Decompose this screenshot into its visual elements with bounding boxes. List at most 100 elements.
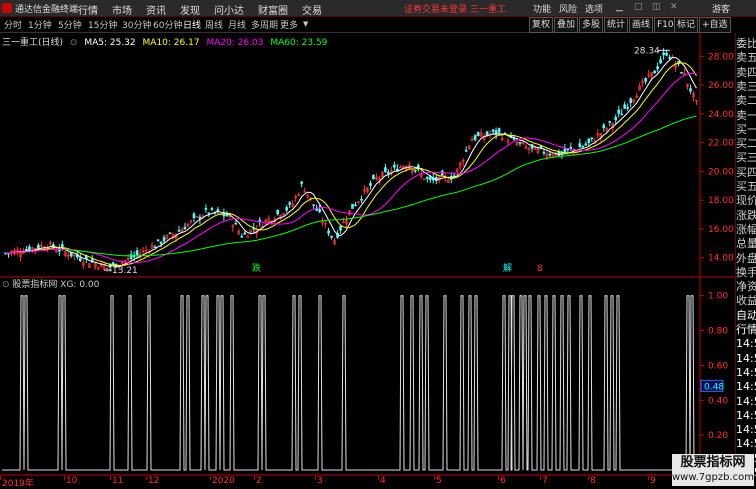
candle-body	[153, 246, 157, 249]
period-more[interactable]: 更多	[280, 18, 298, 31]
indicator-axis-label: 0.60	[708, 361, 728, 371]
candle-body	[590, 137, 594, 140]
ma10-line	[5, 62, 697, 266]
candle-body	[243, 232, 247, 235]
quote-panel-item: 总量	[736, 237, 756, 251]
menu-item-faxian[interactable]: 发现	[180, 2, 200, 17]
quote-panel-item: 14:50	[736, 337, 756, 351]
candle-body	[629, 98, 632, 103]
candle-body	[183, 226, 187, 230]
candle-body	[159, 241, 163, 244]
quote-panel-item: 净资	[736, 280, 756, 294]
trade-login-notice[interactable]: 证券交易未登录	[404, 2, 467, 15]
menu-item-gongneng[interactable]: 功能	[533, 2, 551, 15]
date-axis-tick	[254, 476, 255, 480]
overlay-button[interactable]: 叠加	[554, 17, 579, 33]
menu-item-jiaoyi[interactable]: 交易	[302, 2, 322, 17]
candle-body	[491, 129, 495, 132]
quote-panel-item: 卖五	[736, 51, 756, 65]
period-monthly[interactable]: 月线	[228, 18, 246, 31]
menu-item-zixun[interactable]: 资讯	[146, 2, 166, 17]
candle-body	[354, 204, 357, 207]
quote-panel-item: 买三	[736, 151, 756, 165]
menu-item-xuanxiang[interactable]: 选项	[585, 2, 603, 15]
candle-body	[37, 244, 40, 249]
candle-body	[518, 142, 522, 144]
kline-chart[interactable]: 28.00 26.00 24.00 22.00 20.00 18.00 16.00 14.00…	[0, 33, 735, 476]
date-axis-tick	[146, 476, 147, 480]
restore-icon[interactable]: ◫	[652, 2, 661, 12]
stats-button[interactable]: 统计	[604, 17, 629, 33]
indicator-title-text: 股票指标网 XG: 0.00	[12, 280, 100, 290]
quote-panel-item: 涨跌	[736, 208, 756, 222]
price-axis-label: 16.00	[708, 225, 734, 235]
candle-body	[425, 176, 429, 179]
period-fenshi[interactable]: 分时	[4, 18, 22, 31]
date-axis-tick	[648, 476, 649, 480]
candle-body	[168, 232, 172, 235]
more-dropdown-icon[interactable]: ▼	[303, 20, 308, 28]
period-60min[interactable]: 60分钟	[153, 18, 182, 31]
period-daily[interactable]: 日线	[183, 18, 201, 31]
ma20-line	[5, 72, 697, 264]
candle-body	[177, 230, 181, 232]
indicator-axis-label: 0.20	[708, 431, 728, 441]
ma-settings-icon[interactable]: ⊙	[70, 38, 78, 48]
candle-body	[587, 138, 591, 143]
ma5-value: MA5: 25.32	[84, 38, 136, 48]
minimize-icon[interactable]: ▁	[616, 2, 623, 12]
period-1min[interactable]: 1分钟	[28, 18, 52, 31]
add-watchlist-button[interactable]: +自选	[699, 17, 731, 33]
candle-body	[240, 236, 244, 238]
candle-body	[608, 121, 612, 123]
candle-body	[369, 183, 372, 186]
stock-name-label: 三一重工	[470, 5, 507, 15]
quote-panel-item: 14:50	[736, 394, 756, 408]
menu-item-caifuquan[interactable]: 财富圈	[258, 2, 288, 17]
candle-body	[614, 116, 618, 121]
period-multi[interactable]: 多周期	[251, 18, 278, 31]
maximize-icon[interactable]: □	[634, 2, 643, 12]
candle-body	[644, 78, 647, 82]
candle-body	[662, 52, 665, 56]
moving-average-lines	[5, 56, 697, 267]
date-axis-label: 10	[66, 476, 78, 486]
menu-item-shichang[interactable]: 市场	[112, 2, 132, 17]
watermark-title: 股票指标网	[680, 455, 746, 470]
period-5min[interactable]: 5分钟	[58, 18, 82, 31]
date-axis-tick	[540, 476, 541, 480]
candle-body	[414, 169, 417, 172]
mark-button[interactable]: 标记	[674, 17, 699, 33]
close-icon[interactable]: ✕	[670, 2, 678, 12]
period-weekly[interactable]: 周线	[205, 18, 223, 31]
quote-panel-item: 卖四	[736, 65, 756, 79]
candle-body	[372, 175, 375, 180]
candle-body	[234, 223, 238, 225]
quote-panel-item: 14:50	[736, 408, 756, 422]
guest-user-label[interactable]: 游客	[712, 2, 730, 15]
candle-body	[623, 104, 627, 109]
candle-body	[689, 88, 692, 92]
site-watermark: 股票指标网 www.7gpzb.com	[672, 454, 754, 486]
menu-item-wenxiaoda[interactable]: 问小达	[214, 2, 244, 17]
price-axis-label: 18.00	[708, 196, 734, 206]
period-15min[interactable]: 15分钟	[88, 18, 117, 31]
indicator-settings-icon[interactable]: ⊙	[2, 280, 10, 290]
multi-stock-button[interactable]: 多股	[579, 17, 604, 33]
price-axis-label: 14.00	[708, 254, 734, 264]
indicator-series	[2, 295, 700, 471]
date-axis-tick	[588, 476, 589, 480]
app-title: 通达信金融终端	[2, 2, 78, 15]
fuquan-button[interactable]: 复权	[529, 17, 554, 33]
candle-body	[497, 128, 501, 133]
date-axis-label: 2019年	[2, 479, 34, 489]
period-30min[interactable]: 30分钟	[122, 18, 151, 31]
menu-item-hangqing[interactable]: 行情	[78, 2, 98, 17]
candle-body	[387, 171, 390, 175]
menu-bar: 通达信金融终端 行情 市场 资讯 发现 问小达 财富圈 交易 证券交易未登录 三…	[0, 0, 756, 17]
menu-item-fengxian[interactable]: 风险	[559, 2, 577, 15]
draw-line-button[interactable]: 画线	[629, 17, 654, 33]
date-axis-tick	[498, 476, 499, 480]
candle-body	[318, 209, 321, 213]
candle-body	[680, 72, 683, 74]
